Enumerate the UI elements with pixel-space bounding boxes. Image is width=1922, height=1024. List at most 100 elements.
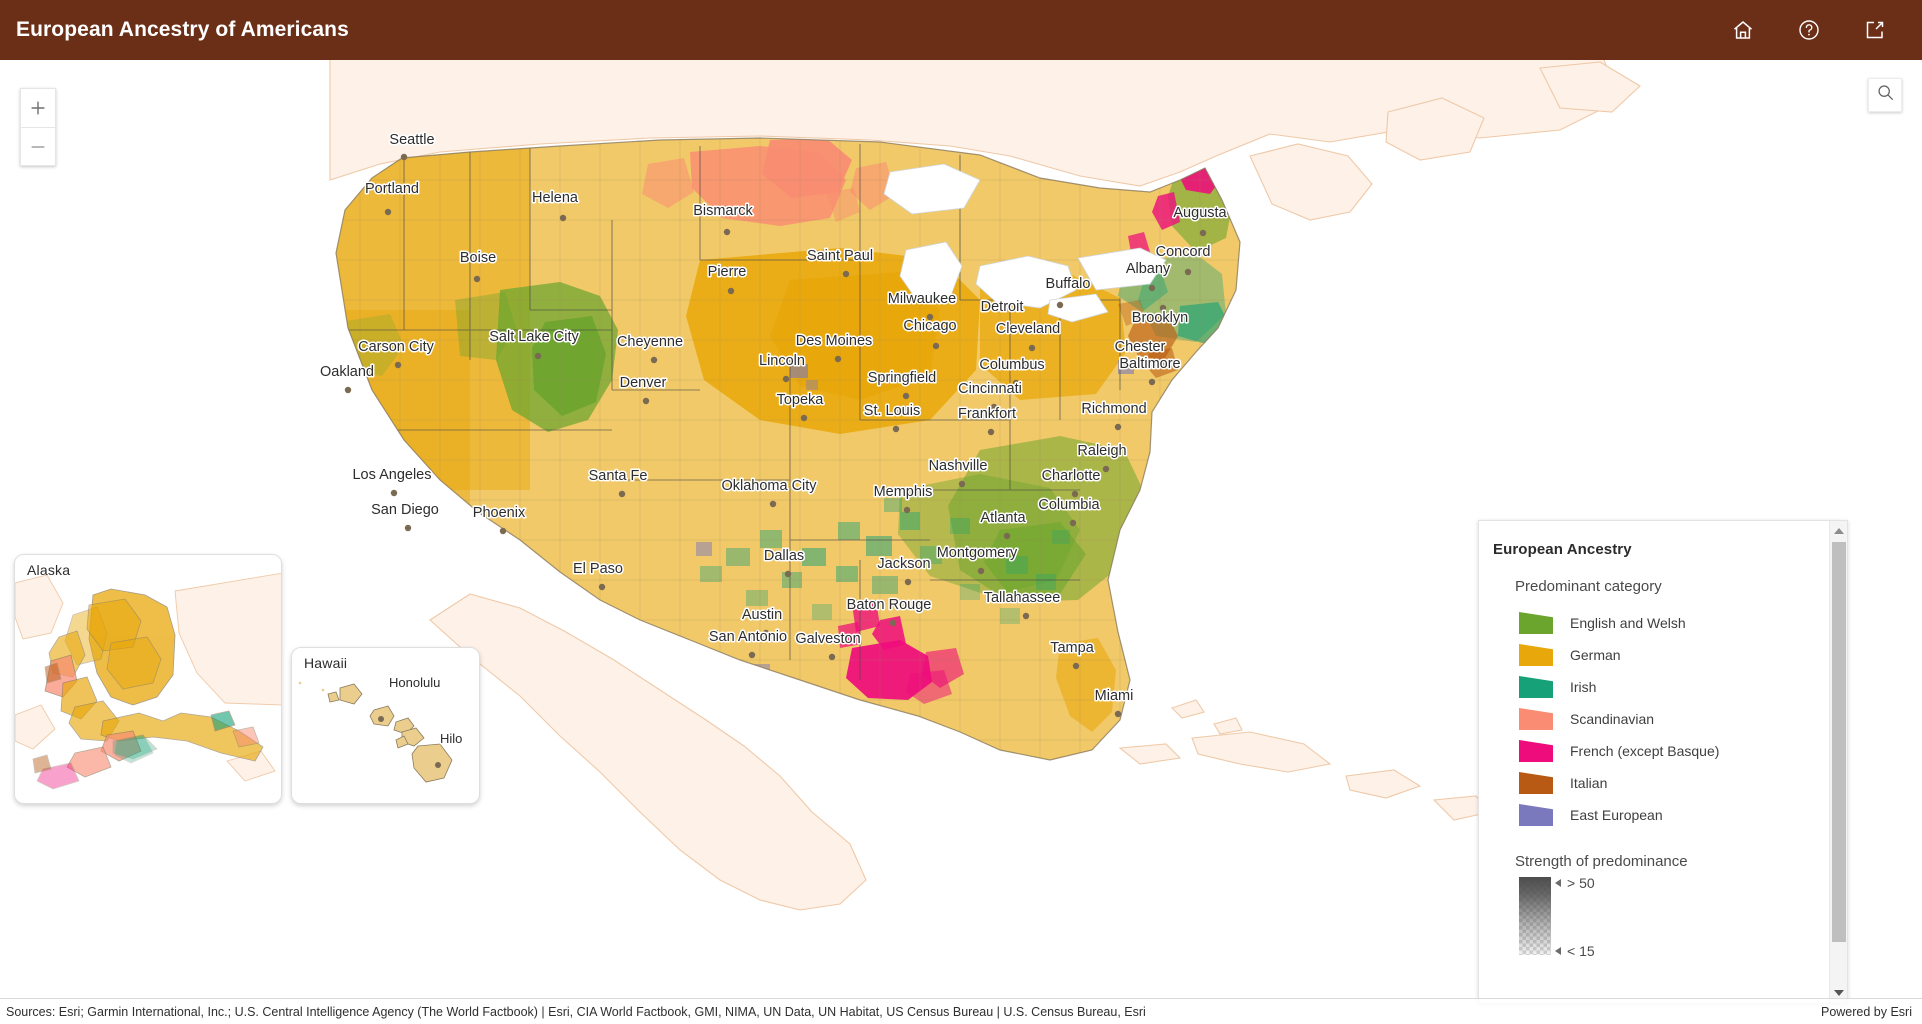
strength-tick-low: < 15 xyxy=(1555,943,1595,959)
city-label: Jackson xyxy=(877,556,930,572)
legend-category-list: English and Welsh German Irish Scandinavian… xyxy=(1519,607,1827,831)
city-label: Carson City xyxy=(358,339,434,355)
city-dot xyxy=(800,414,808,422)
share-button[interactable] xyxy=(1860,15,1890,45)
city-label: Baltimore xyxy=(1119,356,1180,372)
inset-title-hawaii: Hawaii xyxy=(304,655,348,671)
legend-panel[interactable]: European Ancestry Predominant category E… xyxy=(1478,520,1848,1004)
header-toolbar xyxy=(1728,15,1904,45)
legend-item: Scandinavian xyxy=(1519,703,1827,735)
city-dot xyxy=(1072,662,1080,670)
strength-tick-labels: > 50 < 15 xyxy=(1551,875,1701,959)
legend-item: East European xyxy=(1519,799,1827,831)
map-viewport[interactable]: Seattle Portland Helena Bismarck Boise Saint … xyxy=(0,60,1922,1024)
triangle-marker-icon xyxy=(1555,947,1561,955)
city-label: Austin xyxy=(742,607,782,623)
strength-low-label: < 15 xyxy=(1567,943,1595,959)
city-label: Chester xyxy=(1115,339,1166,355)
legend-item-label: English and Welsh xyxy=(1570,615,1686,631)
city-label: Portland xyxy=(365,181,419,197)
city-dot xyxy=(903,506,911,514)
city-label: Brooklyn xyxy=(1132,310,1188,326)
alaska-map-svg xyxy=(15,555,281,803)
city-label: Baton Rouge xyxy=(847,597,932,613)
city-dot xyxy=(404,524,412,532)
city-label: El Paso xyxy=(573,561,623,577)
scroll-up-arrow-icon[interactable] xyxy=(1830,521,1847,541)
legend-item: English and Welsh xyxy=(1519,607,1827,639)
plus-icon xyxy=(29,99,47,117)
city-label: Denver xyxy=(620,375,667,391)
zoom-in-button[interactable] xyxy=(21,89,55,127)
city-label: Cincinnati xyxy=(958,381,1022,397)
city-dot xyxy=(394,361,402,369)
city-label: Los Angeles xyxy=(352,467,431,483)
city-dot xyxy=(534,352,542,360)
city-dot xyxy=(1184,268,1192,276)
city-dot xyxy=(1022,612,1030,620)
attribution-powered-by: Powered by Esri xyxy=(1820,1004,1912,1019)
city-dot xyxy=(400,153,408,161)
city-label: Detroit xyxy=(981,299,1024,315)
city-label: Helena xyxy=(532,190,579,206)
zoom-out-button[interactable] xyxy=(21,127,55,165)
city-label: Dallas xyxy=(764,548,804,564)
city-label: Concord xyxy=(1156,244,1211,260)
city-label: Bismarck xyxy=(693,203,753,219)
city-dot xyxy=(987,428,995,436)
inset-title-alaska: Alaska xyxy=(27,562,71,578)
city-label: Montgomery xyxy=(937,545,1018,561)
city-dot xyxy=(828,653,836,661)
city-label: Tampa xyxy=(1050,640,1094,656)
legend-scrollbar[interactable] xyxy=(1829,521,1847,1003)
city-label: Buffalo xyxy=(1046,276,1091,292)
legend-item: German xyxy=(1519,639,1827,671)
search-icon xyxy=(1876,83,1895,107)
city-label: Charlotte xyxy=(1042,468,1101,484)
zoom-controls[interactable] xyxy=(20,88,56,166)
city-dot xyxy=(618,490,626,498)
city-label: Augusta xyxy=(1173,205,1227,221)
city-dot xyxy=(1028,344,1036,352)
legend-swatch xyxy=(1519,804,1553,826)
legend-title: European Ancestry xyxy=(1493,541,1632,558)
city-dot xyxy=(932,342,940,350)
legend-item: Italian xyxy=(1519,767,1827,799)
city-dot xyxy=(723,228,731,236)
city-dot xyxy=(378,716,384,722)
strength-high-label: > 50 xyxy=(1567,875,1595,891)
legend-item-label: German xyxy=(1570,647,1621,663)
city-dot xyxy=(727,287,735,295)
inset-map-alaska[interactable]: Alaska xyxy=(14,554,282,804)
legend-item: French (except Basque) xyxy=(1519,735,1827,767)
city-dot xyxy=(435,762,441,768)
city-label: Atlanta xyxy=(980,510,1026,526)
legend-swatch xyxy=(1519,772,1553,794)
legend-swatch xyxy=(1519,708,1553,730)
city-label: St. Louis xyxy=(864,403,920,419)
city-dot xyxy=(1148,378,1156,386)
city-dot xyxy=(499,527,507,535)
legend-swatch xyxy=(1519,644,1553,666)
strength-gradient-ramp xyxy=(1519,877,1551,955)
legend-item-label: Irish xyxy=(1570,679,1597,695)
city-label: Lincoln xyxy=(759,353,805,369)
city-dot xyxy=(1114,423,1122,431)
city-label: Santa Fe xyxy=(589,468,648,484)
scrollbar-thumb[interactable] xyxy=(1832,542,1846,942)
search-button[interactable] xyxy=(1868,78,1902,112)
city-label: Oakland xyxy=(320,364,374,380)
hawaii-map-svg: Honolulu Hilo xyxy=(292,648,479,803)
inset-map-hawaii[interactable]: Hawaii Honolulu Hilo xyxy=(291,647,480,804)
city-label: San Antonio xyxy=(709,629,787,645)
city-dot xyxy=(1114,710,1122,718)
home-button[interactable] xyxy=(1728,15,1758,45)
city-label: Pierre xyxy=(708,264,747,280)
city-label: Columbia xyxy=(1038,497,1100,513)
minus-icon xyxy=(29,138,47,156)
city-dot xyxy=(390,489,398,497)
help-button[interactable] xyxy=(1794,15,1824,45)
city-dot xyxy=(977,567,985,575)
city-dot xyxy=(782,375,790,383)
city-label: Richmond xyxy=(1081,401,1146,417)
